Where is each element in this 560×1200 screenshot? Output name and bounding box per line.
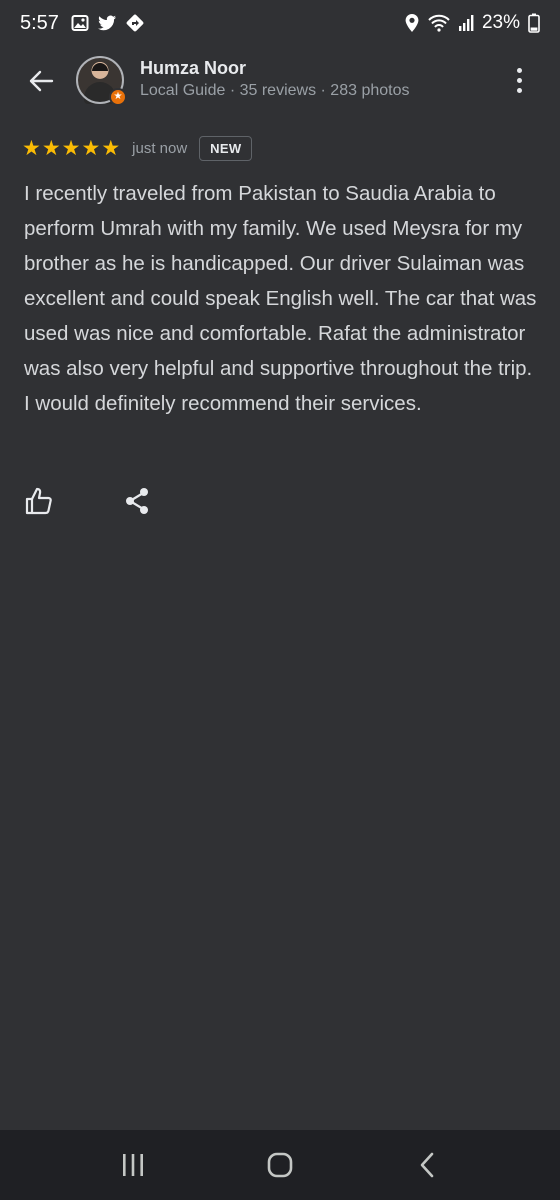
status-bar-left: 5:57 [20,12,145,35]
like-button[interactable] [22,484,56,518]
recent-apps-button[interactable] [103,1140,163,1190]
battery-percent: 23% [481,12,520,33]
review-text: I recently traveled from Pakistan to Sau… [24,182,537,415]
share-icon [126,488,148,514]
star-icon: ★ [81,136,101,160]
more-dot-icon [516,67,522,73]
navigation-diamond-icon [125,13,145,33]
local-guide-star-icon: ★ [109,88,127,106]
reviewer-name[interactable]: Humza Noor [140,58,246,79]
star-icon: ★ [61,136,81,160]
avatar[interactable]: ★ [76,56,127,106]
reviewer-meta: Local Guide · 35 reviews · 283 photos [140,82,410,99]
back-icon [420,1152,433,1178]
status-bar: 5:57 23% [0,0,560,46]
star-icon: ★ [41,136,61,160]
rating-row: ★ ★ ★ ★ ★ just now NEW [22,134,253,162]
twitter-icon [97,14,117,32]
review-time: just now [132,139,188,157]
review-actions [22,484,154,518]
new-badge: NEW [199,135,253,161]
signal-icon [458,14,474,32]
system-nav-bar [0,1130,560,1200]
more-options-button[interactable] [504,62,534,98]
wifi-icon [428,14,450,32]
home-icon [267,1152,293,1178]
review-header: ★ Humza Noor Local Guide · 35 reviews · … [0,50,560,112]
back-button[interactable] [22,62,60,100]
home-button[interactable] [250,1140,310,1190]
star-icon: ★ [101,136,121,160]
image-icon [71,14,89,32]
battery-icon [528,13,540,33]
location-icon [404,13,420,33]
review-screen: 5:57 23% ★ Humza Noor Local Guide · 35 r… [0,0,560,1200]
like-icon [25,487,52,515]
system-back-button[interactable] [397,1140,457,1190]
status-bar-right: 23% [404,12,540,34]
star-icon: ★ [22,136,41,160]
more-dot-icon [516,77,522,83]
recent-apps-icon [123,1154,144,1176]
more-dot-icon [516,87,522,93]
star-rating: ★ ★ ★ ★ ★ [22,138,120,159]
share-button[interactable] [120,484,154,518]
status-time: 5:57 [20,11,59,34]
arrow-left-icon [29,70,54,92]
